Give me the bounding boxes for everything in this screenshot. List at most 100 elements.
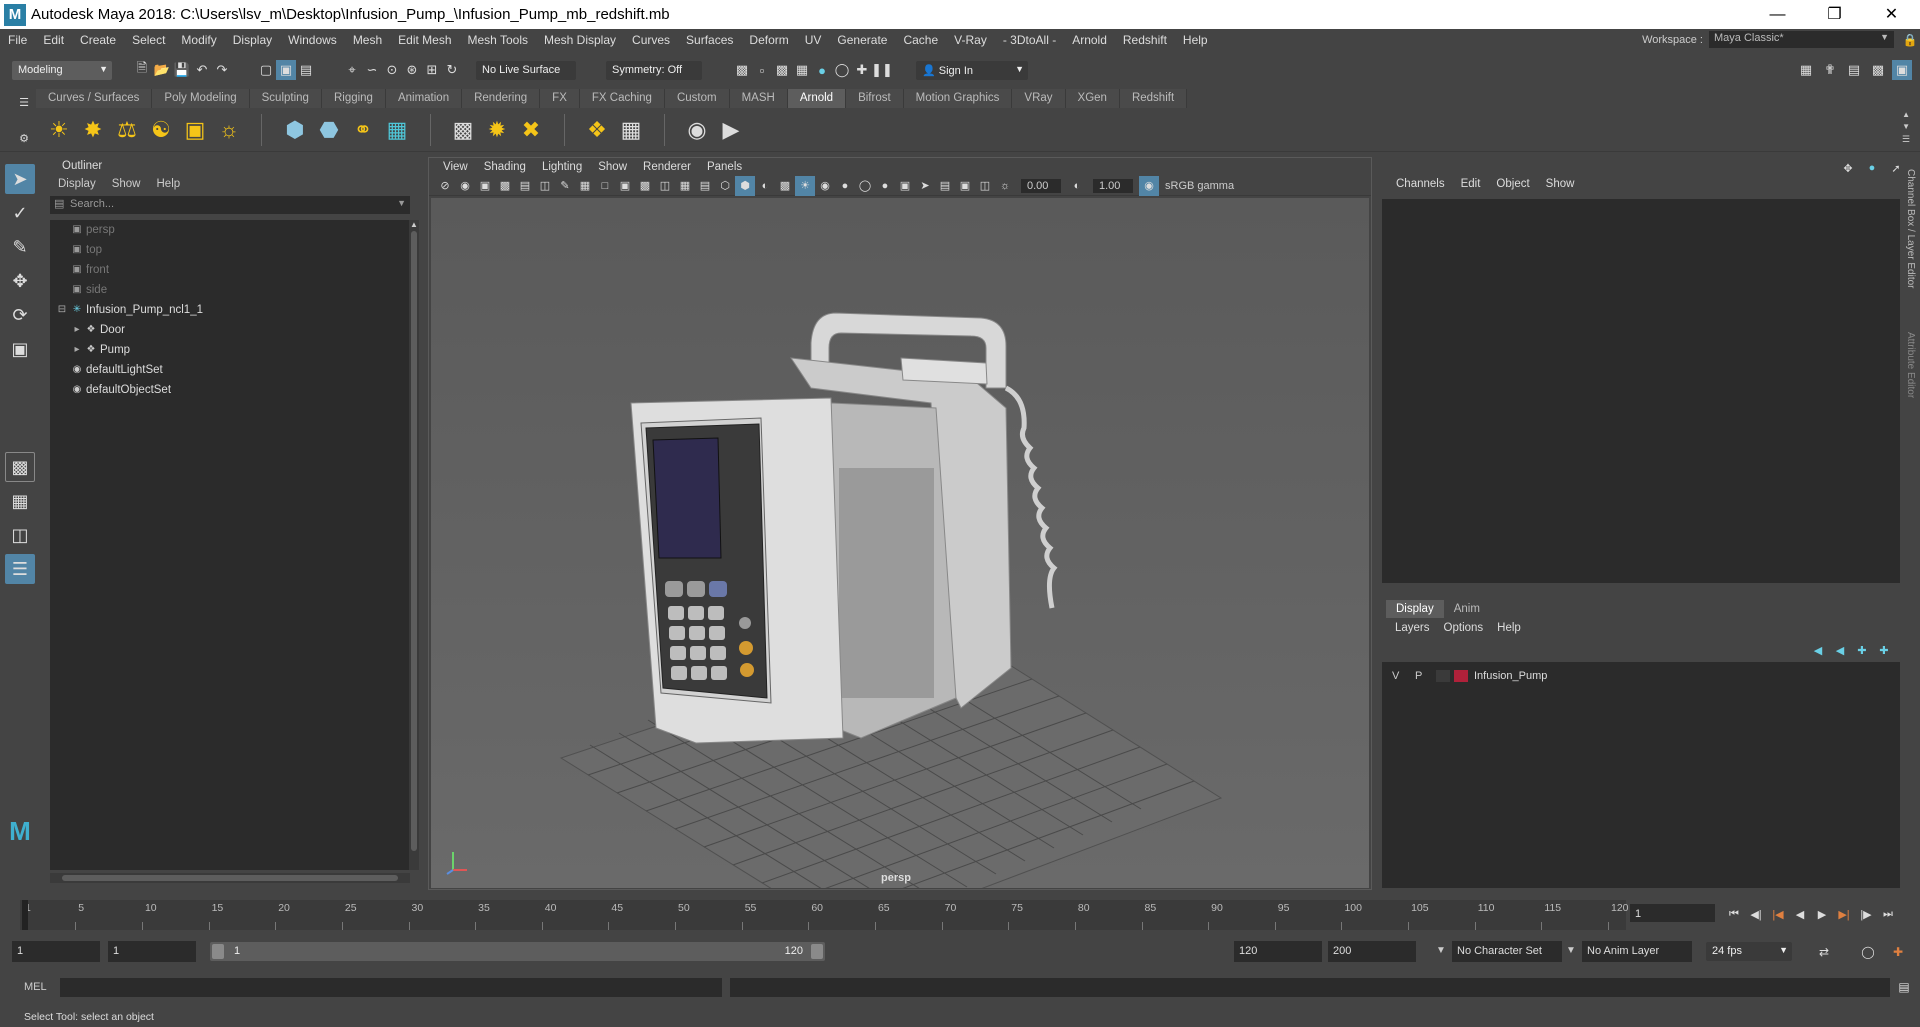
anim-layer-icon[interactable]: ▼ [1566,945,1576,956]
layer-visibility-toggle[interactable]: V [1392,670,1399,682]
channel-box-icon[interactable]: ▣ [1892,60,1912,80]
snap-grid-icon[interactable]: ⌖ [342,60,362,80]
attribute-editor-side-tab[interactable]: Attribute Editor [1905,332,1916,398]
channel-box-side-tab[interactable]: Channel Box / Layer Editor [1905,169,1916,289]
play-forward-icon[interactable]: ▶ [1812,904,1832,924]
shelf-scroll-down-icon[interactable]: ▼ [1902,122,1910,131]
four-view-layout-icon[interactable]: ▦ [5,486,35,516]
anim-prefs-icon[interactable]: ✚ [1888,942,1908,962]
sign-in-button[interactable]: 👤 Sign In ▼ [916,60,1028,80]
live-surface-field[interactable]: No Live Surface [476,60,576,80]
color-space-label[interactable]: sRGB gamma [1165,180,1234,192]
current-time-indicator[interactable] [22,900,28,930]
render-region-icon[interactable]: ▫ [752,60,772,80]
playback-end-field[interactable]: 120 [1234,941,1322,962]
shelf-tab-rigging[interactable]: Rigging [321,89,386,108]
current-frame-field[interactable]: 1 [1630,904,1715,922]
xray-icon[interactable]: ▤ [935,176,955,196]
menu-deform[interactable]: Deform [741,33,796,47]
move-layer-up-icon[interactable]: ◀ [1808,640,1828,660]
menu-curves[interactable]: Curves [624,33,678,47]
menu-set-dropdown[interactable]: Modeling ▼ [12,60,112,80]
outliner-menu-show[interactable]: Show [104,175,149,193]
menu-file[interactable]: File [0,33,35,47]
grid-toggle-icon[interactable]: ▦ [575,176,595,196]
image-plane-icon[interactable]: ▤ [515,176,535,196]
loop-icon[interactable]: ⇄ [1814,942,1834,962]
select-object-icon[interactable]: ▣ [276,60,296,80]
lasso-tool-icon[interactable]: ✓ [5,198,35,228]
shelf-tab-rendering[interactable]: Rendering [462,89,541,108]
new-empty-layer-icon[interactable]: ✚ [1852,640,1872,660]
shelf-tab-poly-modeling[interactable]: Poly Modeling [152,89,250,108]
scroll-up-icon[interactable]: ▲ [409,220,419,229]
shelf-tab-mash[interactable]: MASH [729,89,788,108]
shelf-options-icon[interactable]: ☰ [1902,134,1910,145]
safe-action-icon[interactable]: ▦ [675,176,695,196]
range-slider-end-handle[interactable] [811,944,823,959]
minimize-icon[interactable]: — [1749,0,1806,29]
snap-rotate-icon[interactable]: ↻ [442,60,462,80]
screen-space-ao-icon[interactable]: ● [835,176,855,196]
layer-playback-toggle[interactable]: P [1415,670,1422,682]
photometric-light-icon[interactable]: ⚖ [112,115,142,145]
menu-v-ray[interactable]: V-Ray [946,33,995,47]
color-management-icon[interactable]: ◉ [1139,175,1159,196]
area-light-icon[interactable]: ☀ [44,115,74,145]
isolate-select-icon[interactable]: ➤ [915,176,935,196]
layer-menu-options[interactable]: Options [1437,618,1491,638]
outliner-horizontal-scrollbar[interactable] [50,873,410,883]
animation-start-field[interactable]: 1 [12,941,100,962]
smooth-shade-icon[interactable]: ⬢ [735,175,755,196]
light-portal-icon[interactable]: ▣ [180,115,210,145]
shelf-tab-animation[interactable]: Animation [385,89,463,108]
step-back-frame-icon[interactable]: ◀| [1746,904,1766,924]
new-scene-icon[interactable]: 🗎 [132,60,152,80]
anti-aliasing-icon[interactable]: ● [875,176,895,196]
viewport-menu-shading[interactable]: Shading [476,158,534,176]
outliner-layout-icon[interactable]: ☰ [5,554,35,584]
new-layer-selected-icon[interactable]: ✚ [1874,640,1894,660]
auto-key-icon[interactable]: ◯ [1858,942,1878,962]
2d-pan-zoom-icon[interactable]: ◫ [535,176,555,196]
attribute-editor-icon[interactable]: ▤ [1844,60,1864,80]
shelf-tab-sculpting[interactable]: Sculpting [249,89,322,108]
viewport-menu-view[interactable]: View [435,158,476,176]
camera-attributes-icon[interactable]: ▩ [495,176,515,196]
field-chart-icon[interactable]: ◫ [655,176,675,196]
film-gate-icon[interactable]: □ [595,176,615,196]
flush-textures-icon[interactable]: ✖ [516,115,546,145]
viewport-menu-show[interactable]: Show [590,158,635,176]
outliner-menu-help[interactable]: Help [149,175,189,193]
single-perspective-layout-icon[interactable]: ▩ [5,452,35,482]
shelf-tab-bifrost[interactable]: Bifrost [846,89,904,108]
outliner-item[interactable]: ▣ side [50,280,410,300]
use-all-lights-icon[interactable]: ☀ [795,175,815,196]
outliner-item[interactable]: ▸ ❖ Pump [50,340,410,360]
menu-windows[interactable]: Windows [280,33,345,47]
workspace-dropdown[interactable]: Maya Classic* ▼ [1709,31,1894,48]
restore-icon[interactable]: ❐ [1806,0,1863,29]
command-input[interactable] [60,978,722,997]
shadows-icon[interactable]: ◉ [815,176,835,196]
script-editor-icon[interactable]: ▤ [1894,977,1914,997]
outliner-item[interactable]: ◉ defaultObjectSet [50,380,410,400]
move-layer-down-icon[interactable]: ◀ [1830,640,1850,660]
outliner-search-input[interactable]: ▤ Search... ▼ [50,196,410,214]
select-tool-icon[interactable]: ➤ [5,164,35,194]
channel-box-menu-edit[interactable]: Edit [1453,175,1489,193]
character-controls-icon[interactable]: ✟ [1820,60,1840,80]
xray-joints-icon[interactable]: ▣ [955,176,975,196]
anim-layer-field[interactable]: No Anim Layer [1582,941,1692,962]
lock-icon[interactable]: 🔒 [1900,30,1920,50]
shelf-tab-curves-surfaces[interactable]: Curves / Surfaces [36,89,153,108]
hypershade-icon[interactable]: ● [812,60,832,80]
render-sequence-icon[interactable]: ▶ [716,115,746,145]
fps-dropdown[interactable]: 24 fps ▼ [1706,942,1792,961]
arnold-render-view-icon[interactable]: ◉ [682,115,712,145]
tx-manager-icon[interactable]: ▦ [616,115,646,145]
outliner-vertical-scrollbar[interactable]: ▲ [409,220,419,870]
textured-icon[interactable]: ▩ [775,176,795,196]
viewport-canvas[interactable]: persp [431,198,1369,888]
snap-surface-icon[interactable]: ⊞ [422,60,442,80]
